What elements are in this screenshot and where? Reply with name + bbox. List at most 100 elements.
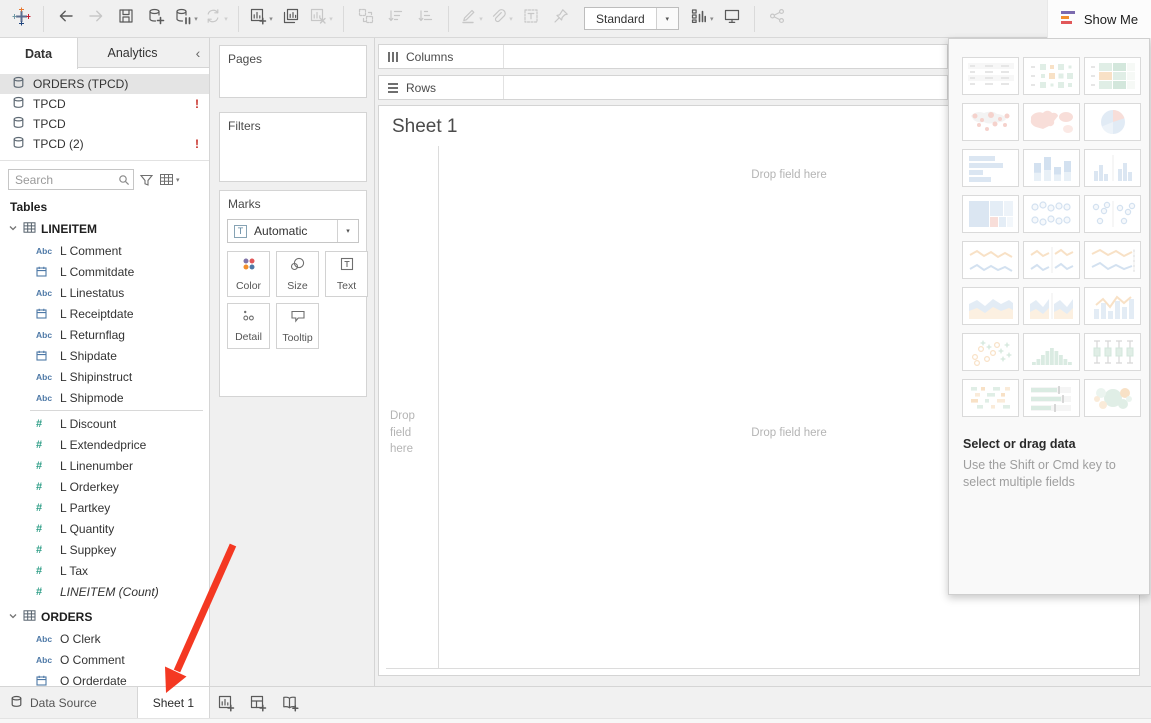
sort-descending-button[interactable] <box>412 5 440 32</box>
tableau-logo-button[interactable] <box>7 5 35 32</box>
datasource-item[interactable]: TPCD! <box>0 94 209 114</box>
showme-dual-combination[interactable] <box>1084 287 1141 325</box>
field-item[interactable]: #L Orderkey <box>0 476 209 497</box>
showme-box-and-whisker[interactable] <box>1084 333 1141 371</box>
mark-size-button[interactable]: Size <box>276 251 319 297</box>
filters-card[interactable]: Filters <box>219 112 367 182</box>
save-button[interactable] <box>112 5 140 32</box>
showme-side-by-side-circles[interactable] <box>1084 195 1141 233</box>
chevron-down-icon[interactable] <box>8 610 18 624</box>
showme-symbol-map[interactable] <box>962 103 1019 141</box>
mark-tooltip-button[interactable]: Tooltip <box>276 303 319 349</box>
tab-analytics[interactable]: Analytics <box>78 38 187 67</box>
fit-selector-dropdown[interactable]: Standard▾ <box>584 7 679 30</box>
showme-stacked-bars[interactable] <box>1023 149 1080 187</box>
field-item[interactable]: AbcO Clerk <box>0 628 209 649</box>
showme-packed-bubbles[interactable] <box>1084 379 1141 417</box>
mark-color-button[interactable]: Color <box>227 251 270 297</box>
filter-fields-icon[interactable] <box>139 173 154 187</box>
showme-horizontal-bars[interactable] <box>962 149 1019 187</box>
showme-histogram[interactable] <box>1023 333 1080 371</box>
field-item[interactable]: AbcL Shipinstruct <box>0 366 209 387</box>
highlight-button[interactable]: ▾ <box>457 5 485 32</box>
datasource-item[interactable]: TPCD (2)! <box>0 134 209 154</box>
view-options-icon[interactable]: ▾ <box>159 173 180 186</box>
field-item[interactable]: L Shipdate <box>0 345 209 366</box>
datasource-item[interactable]: ORDERS (TPCD) <box>0 74 209 94</box>
sheet-tab-active[interactable]: Sheet 1 <box>137 687 210 718</box>
field-item[interactable]: L Receiptdate <box>0 303 209 324</box>
field-item[interactable]: #L Tax <box>0 560 209 581</box>
chevron-down-icon[interactable]: ▾ <box>337 220 358 242</box>
search-input[interactable] <box>8 169 134 190</box>
showme-heat-map[interactable] <box>1023 57 1080 95</box>
showme-side-by-side-bars[interactable] <box>1084 149 1141 187</box>
presentation-mode-button[interactable] <box>718 5 746 32</box>
showme-text-table[interactable] <box>962 57 1019 95</box>
showme-gantt[interactable] <box>962 379 1019 417</box>
showme-treemap[interactable] <box>962 195 1019 233</box>
mark-text-button[interactable]: Text <box>325 251 368 297</box>
tab-data[interactable]: Data <box>0 38 78 69</box>
field-item[interactable]: AbcL Linestatus <box>0 282 209 303</box>
table-group-header[interactable]: LINEITEM <box>0 218 209 240</box>
field-item[interactable]: L Commitdate <box>0 261 209 282</box>
mark-detail-button[interactable]: Detail <box>227 303 270 349</box>
datasource-item[interactable]: TPCD <box>0 114 209 134</box>
showme-scatter-plot[interactable] <box>962 333 1019 371</box>
data-source-tab[interactable]: Data Source <box>0 687 111 718</box>
field-item[interactable]: #L Quantity <box>0 518 209 539</box>
duplicate-button[interactable] <box>277 5 305 32</box>
format-button[interactable]: ▾ <box>487 5 515 32</box>
showme-discrete-lines[interactable] <box>1023 241 1080 279</box>
undo-button[interactable] <box>52 5 80 32</box>
field-item[interactable]: AbcL Returnflag <box>0 324 209 345</box>
show-mark-labels-button[interactable] <box>517 5 545 32</box>
show-me-hint: Use the Shift or Cmd key to select multi… <box>963 457 1125 491</box>
columns-shelf[interactable]: Columns <box>378 44 948 69</box>
field-item[interactable]: #L Linenumber <box>0 455 209 476</box>
table-group-header[interactable]: ORDERS <box>0 606 209 628</box>
new-data-source-button[interactable] <box>142 5 170 32</box>
pages-card[interactable]: Pages <box>219 45 367 98</box>
field-item[interactable]: #L Extendedprice <box>0 434 209 455</box>
new-dashboard-button[interactable] <box>242 687 274 718</box>
fix-axes-button[interactable] <box>547 5 575 32</box>
field-item[interactable]: #L Discount <box>0 413 209 434</box>
field-item[interactable]: #L Partkey <box>0 497 209 518</box>
rows-shelf[interactable]: Rows <box>378 75 948 100</box>
run-update-button[interactable]: ▾ <box>202 5 230 32</box>
field-item[interactable]: AbcO Comment <box>0 649 209 670</box>
showme-highlight-table[interactable] <box>1084 57 1141 95</box>
showme-bullet-graph[interactable] <box>1023 379 1080 417</box>
showme-discrete-area[interactable] <box>1023 287 1080 325</box>
new-story-button[interactable] <box>274 687 306 718</box>
show-mark-labels-icon <box>522 7 540 30</box>
field-item[interactable]: AbcL Shipmode <box>0 387 209 408</box>
mark-type-dropdown[interactable]: T Automatic ▾ <box>227 219 359 243</box>
field-item[interactable]: #LINEITEM (Count) <box>0 581 209 602</box>
cell-size-button[interactable]: ▾ <box>688 5 716 32</box>
showme-pie-chart[interactable] <box>1084 103 1141 141</box>
show-me-button[interactable]: Show Me <box>1047 0 1151 38</box>
share-button[interactable] <box>763 5 791 32</box>
swap-rows-columns-button[interactable] <box>352 5 380 32</box>
field-item[interactable]: O Orderdate <box>0 670 209 686</box>
showme-filled-map[interactable] <box>1023 103 1080 141</box>
new-worksheet-button[interactable] <box>210 687 242 718</box>
show-me-grid <box>949 39 1149 417</box>
showme-dual-lines[interactable] <box>1084 241 1141 279</box>
chevron-down-icon[interactable] <box>8 222 18 236</box>
clear-sheet-button[interactable]: ▾ <box>307 5 335 32</box>
sort-ascending-button[interactable] <box>382 5 410 32</box>
field-item[interactable]: #L Suppkey <box>0 539 209 560</box>
field-item[interactable]: AbcL Comment <box>0 240 209 261</box>
drop-zone-rows[interactable]: Drop field here <box>390 408 428 458</box>
showme-continuous-lines[interactable] <box>962 241 1019 279</box>
showme-continuous-area[interactable] <box>962 287 1019 325</box>
collapse-pane-icon[interactable]: ‹ <box>187 38 209 67</box>
redo-button[interactable] <box>82 5 110 32</box>
new-worksheet-button[interactable]: ▾ <box>247 5 275 32</box>
showme-circle-views[interactable] <box>1023 195 1080 233</box>
pause-auto-updates-button[interactable]: ▾ <box>172 5 200 32</box>
